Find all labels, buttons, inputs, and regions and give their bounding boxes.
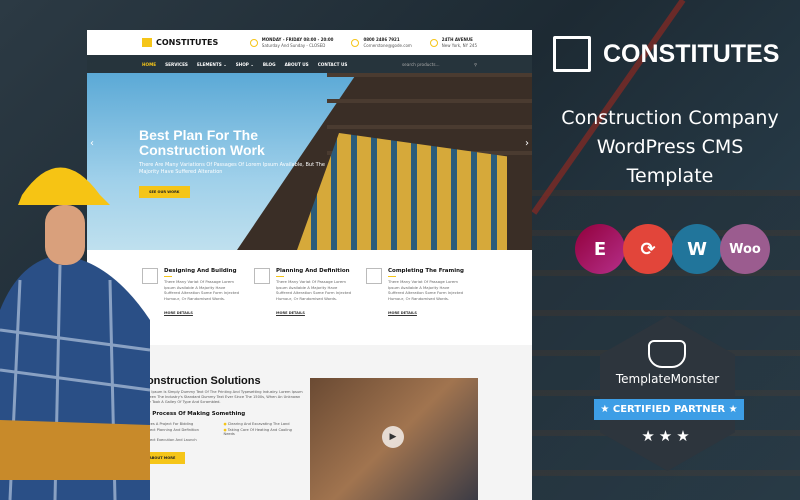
next-slide-arrow[interactable]: › xyxy=(525,138,529,149)
feature-text: There Many Variat Of Passage Lorem Ipsum… xyxy=(276,279,352,301)
construction-worker-image xyxy=(0,167,150,500)
hero-description: There Are Many Variations Of Passages Of… xyxy=(139,162,325,175)
clock-icon xyxy=(249,38,258,47)
nav-services[interactable]: SERVICES xyxy=(165,62,188,67)
more-details-link[interactable]: MORE DETAILS xyxy=(388,311,466,315)
header-hours: MONDAY - FRIDAY 08:00 - 20:00 Saturday An… xyxy=(249,37,333,48)
site-logo[interactable]: CONSTITUTES xyxy=(142,38,218,47)
nav-home[interactable]: HOME xyxy=(142,62,156,67)
feature-text: There Many Variat Of Passage Lorem Ipsum… xyxy=(388,279,464,301)
hard-hat-icon xyxy=(18,167,110,205)
feature-card: Completing The Framing There Many Variat … xyxy=(366,268,466,345)
video-thumbnail[interactable]: ▶ xyxy=(310,378,478,500)
set-square-icon xyxy=(254,268,270,284)
feature-title: Planning And Definition xyxy=(276,268,350,274)
website-mockup: CONSTITUTES MONDAY - FRIDAY 08:00 - 20:0… xyxy=(87,30,532,500)
list-item: Clearing And Excavating The Land xyxy=(224,422,305,426)
sync-icon: ⟳ xyxy=(623,224,673,274)
badge-brand: TemplateMonster xyxy=(615,372,720,386)
list-item: Taking Care Of Heating And Cooling Needs xyxy=(224,428,305,436)
header-address: 24TH AVENUE New York, NY 245 xyxy=(429,37,477,48)
hero-slider: ‹ › Best Plan For The Construction Work T… xyxy=(87,73,532,250)
process-list: Places A Project For Bidding Clearing An… xyxy=(139,422,304,442)
list-item: Places A Project For Bidding xyxy=(139,422,220,426)
tools-icon xyxy=(366,268,382,284)
product-subtitle: Construction Company WordPress CMS Templat… xyxy=(561,107,779,187)
nav-shop[interactable]: SHOP ⌄ xyxy=(236,62,254,67)
nav-contact[interactable]: CONTACT US xyxy=(318,62,348,67)
solutions-text: Construction Solutions Lorem Ipsum Is Si… xyxy=(139,375,304,464)
badge-label: ★ CERTIFIED PARTNER ★ xyxy=(594,399,744,420)
woocommerce-icon: Woo xyxy=(720,224,770,274)
list-item: Project Planning And Definition xyxy=(139,428,220,436)
tool-belt xyxy=(0,420,150,480)
prev-slide-arrow[interactable]: ‹ xyxy=(90,138,94,149)
phone-icon xyxy=(351,38,360,47)
nav-blog[interactable]: BLOG xyxy=(263,62,276,67)
badge-stars: ★★★ xyxy=(641,427,694,445)
features-section: Designing And Building There Many Variat … xyxy=(87,250,532,345)
solutions-title: Construction Solutions xyxy=(139,375,261,387)
process-title: The Process Of Making Something xyxy=(139,411,246,417)
nav-about[interactable]: ABOUT US xyxy=(285,62,309,67)
building-logo-icon xyxy=(553,36,591,72)
more-details-link[interactable]: MORE DETAILS xyxy=(276,311,354,315)
hero-title-line2: Construction Work xyxy=(139,142,265,158)
feature-card: Designing And Building There Many Variat … xyxy=(142,268,242,345)
site-header: CONSTITUTES MONDAY - FRIDAY 08:00 - 20:0… xyxy=(87,30,532,55)
nav-elements[interactable]: ELEMENTS ⌄ xyxy=(197,62,227,67)
play-icon[interactable]: ▶ xyxy=(382,426,404,448)
hero-text: Best Plan For The Construction Work There… xyxy=(139,128,329,198)
more-details-link[interactable]: MORE DETAILS xyxy=(164,311,242,315)
search-input[interactable]: search products... ⚲ xyxy=(402,62,477,67)
template-monster-logo-icon xyxy=(648,340,686,368)
product-title: CONSTITUTES xyxy=(553,36,779,72)
building-icon xyxy=(142,38,152,47)
worker-face xyxy=(45,205,85,265)
feature-title: Designing And Building xyxy=(164,268,237,274)
solutions-description: Lorem Ipsum Is Simply Dummy Text Of The … xyxy=(139,390,303,404)
search-icon[interactable]: ⚲ xyxy=(474,62,477,67)
main-nav: HOME SERVICES ELEMENTS ⌄ SHOP ⌄ BLOG ABO… xyxy=(87,55,532,73)
header-contact: 0800 2486 7921 Cornerstone@gode.com xyxy=(351,37,412,48)
location-pin-icon xyxy=(429,38,438,47)
list-item: Project Execution And Launch xyxy=(139,438,220,442)
wordpress-icon: W xyxy=(672,224,722,274)
feature-card: Planning And Definition There Many Variat… xyxy=(254,268,354,345)
solutions-section: Construction Solutions Lorem Ipsum Is Si… xyxy=(87,345,532,500)
feature-text: There Many Variat Of Passage Lorem Ipsum… xyxy=(164,279,240,301)
feature-title: Completing The Framing xyxy=(388,268,464,274)
elementor-icon: E xyxy=(575,224,625,274)
hero-title-line1: Best Plan For The xyxy=(139,127,259,143)
